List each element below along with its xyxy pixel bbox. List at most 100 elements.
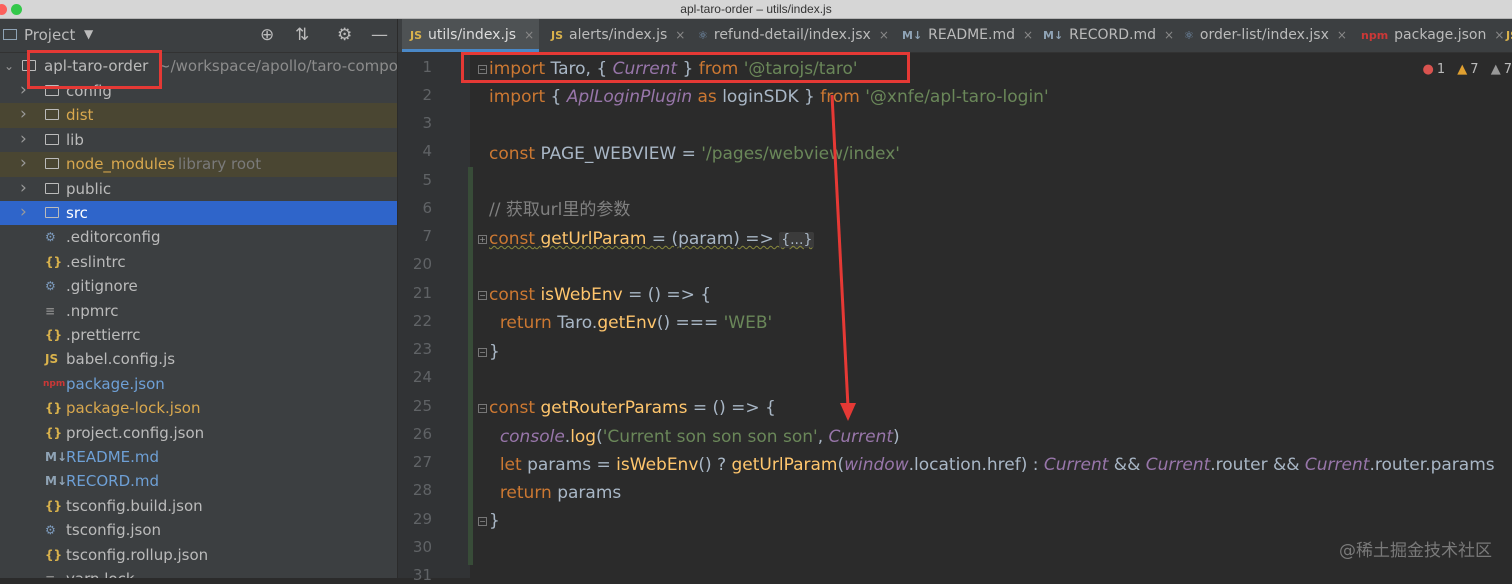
gear-icon: ⚙	[45, 523, 56, 538]
tab-label: package.json	[1394, 27, 1487, 43]
tree-item[interactable]: ⚙ tsconfig.json	[0, 518, 397, 542]
json-icon: {}	[45, 425, 63, 440]
line-number: 30	[412, 538, 432, 556]
line-number: 28	[412, 481, 432, 499]
tree-item[interactable]: {} .eslintrc	[0, 250, 397, 274]
code-line-29: }	[489, 511, 500, 531]
window-title: apl-taro-order – utils/index.js	[680, 2, 832, 16]
tree-item-label: public	[66, 179, 112, 198]
tree-item[interactable]: M↓ RECORD.md	[0, 469, 397, 493]
window-title-bar: apl-taro-order – utils/index.js	[0, 0, 1512, 19]
tree-item[interactable]: {} project.config.json	[0, 421, 397, 445]
close-icon[interactable]: ×	[1164, 28, 1174, 42]
editor-tab[interactable]: npm package.json ×	[1353, 19, 1504, 52]
code-line-23: }	[489, 342, 500, 362]
fold-marker-icon[interactable]: −	[478, 404, 487, 413]
tree-item[interactable]: ≡ yarn.lock	[0, 567, 397, 578]
line-number-gutter: 1 2 3 4 5 6 7 20 21 22 23 24 25 26 27 28 29 30 31	[398, 53, 470, 584]
folded-code-block[interactable]: {...}	[779, 232, 815, 248]
close-icon[interactable]: ×	[675, 28, 685, 42]
editor-tab[interactable]: JS alerts/index.js ×	[543, 19, 686, 52]
tree-item-label: .eslintrc	[66, 252, 126, 271]
editor-tab[interactable]: M↓ RECORD.md ×	[1035, 19, 1174, 52]
text-file-icon: ≡	[45, 303, 56, 318]
fold-marker-icon[interactable]: −	[478, 291, 487, 300]
tree-item-label: RECORD.md	[66, 472, 160, 491]
json-icon: {}	[45, 401, 63, 416]
editor-tab[interactable]: M↓ README.md ×	[894, 19, 1033, 52]
folder-icon	[45, 158, 59, 170]
line-number: 26	[412, 425, 432, 443]
tree-item[interactable]: JS babel.config.js	[0, 347, 397, 371]
collapse-all-icon[interactable]: ⇅	[295, 25, 309, 45]
fold-marker-icon[interactable]: +	[478, 235, 487, 244]
tree-item[interactable]: › public	[0, 177, 397, 201]
fold-marker-icon[interactable]: −	[478, 517, 487, 526]
fold-marker-icon[interactable]: −	[478, 348, 487, 357]
file-type-icon: JS	[410, 29, 423, 42]
code-editor[interactable]: import Taro, { Current } from '@tarojs/t…	[474, 53, 1512, 578]
weak-warning-count: 7	[1503, 62, 1512, 77]
text-file-icon: ≡	[45, 567, 55, 578]
locate-file-icon[interactable]: ⊕	[260, 25, 274, 45]
tree-item-label: .prettierrc	[66, 326, 141, 344]
tree-item[interactable]: {} package-lock.json	[0, 396, 397, 420]
line-number: 4	[422, 142, 432, 160]
chevron-right-icon[interactable]: ›	[20, 103, 27, 125]
gear-icon[interactable]: ⚙	[337, 25, 352, 45]
annotation-arrow	[830, 95, 856, 421]
tree-item[interactable]: M↓ README.md	[0, 445, 397, 469]
code-line-6: // 获取url里的参数	[489, 200, 631, 220]
folder-icon	[45, 133, 59, 145]
tree-item[interactable]: › src	[0, 201, 397, 226]
line-number: 23	[412, 340, 432, 358]
chevron-down-icon[interactable]: ⌄	[4, 54, 14, 78]
tab-label: README.md	[928, 27, 1016, 43]
tab-label: RECORD.md	[1069, 27, 1157, 43]
folder-icon	[45, 182, 59, 194]
tree-item[interactable]: › dist	[0, 103, 397, 128]
annotation-box-import-line	[461, 52, 910, 83]
close-icon[interactable]: ×	[524, 28, 534, 42]
line-number: 25	[412, 397, 432, 415]
line-number: 5	[422, 171, 432, 189]
tree-item-label: .npmrc	[66, 301, 119, 320]
inspection-widget[interactable]: ● 1 ▲ 7 ▲ 7	[1415, 62, 1512, 77]
close-icon[interactable]: ×	[879, 28, 889, 42]
close-icon[interactable]: ×	[1023, 28, 1033, 42]
tree-item[interactable]: ≡ .npmrc	[0, 299, 397, 323]
tree-item[interactable]: {} tsconfig.rollup.json	[0, 543, 397, 567]
line-number: 22	[412, 312, 432, 330]
tree-item[interactable]: {} tsconfig.build.json	[0, 494, 397, 518]
json-icon: {}	[45, 547, 63, 562]
tree-item-label: tsconfig.json	[66, 521, 162, 540]
tree-item-label: tsconfig.rollup.json	[66, 545, 209, 564]
tree-item-label: .gitignore	[66, 277, 138, 296]
code-line-28: return params	[499, 483, 622, 503]
hide-panel-icon[interactable]: —	[371, 25, 388, 45]
project-view-selector[interactable]: Project	[24, 26, 75, 44]
tree-item[interactable]: › node_modules library root	[0, 152, 397, 177]
tree-item[interactable]: npm package.json	[0, 372, 397, 396]
editor-tab[interactable]: ⚛ order-list/index.jsx ×	[1176, 19, 1349, 52]
tree-item[interactable]: › lib	[0, 128, 397, 152]
chevron-right-icon[interactable]: ›	[20, 79, 27, 101]
tree-item[interactable]: ⚙ .editorconfig	[0, 225, 397, 249]
chevron-down-icon[interactable]: ▼	[84, 27, 93, 41]
root-project-path: ~/workspace/apollo/taro-compon	[158, 57, 398, 75]
close-icon[interactable]: ×	[1337, 28, 1347, 42]
gear-icon: ⚙	[45, 230, 56, 245]
tree-item[interactable]: ⚙ .gitignore	[0, 274, 397, 298]
chevron-right-icon[interactable]: ›	[20, 177, 27, 199]
tree-item-label: .editorconfig	[66, 228, 161, 247]
chevron-right-icon[interactable]: ›	[20, 128, 27, 150]
code-line-21: const isWebEnv = () => {	[489, 285, 712, 305]
chevron-right-icon[interactable]: ›	[20, 152, 27, 174]
editor-tab[interactable]: ⚛ refund-detail/index.jsx ×	[690, 19, 890, 52]
editor-tab[interactable]: JS	[1498, 19, 1512, 52]
tree-item[interactable]: {} .prettierrc	[0, 323, 397, 347]
editor-tab[interactable]: JS utils/index.js ×	[402, 19, 539, 52]
tree-item-label: dist	[66, 106, 94, 125]
line-number: 27	[412, 453, 432, 471]
chevron-right-icon[interactable]: ›	[20, 201, 27, 223]
